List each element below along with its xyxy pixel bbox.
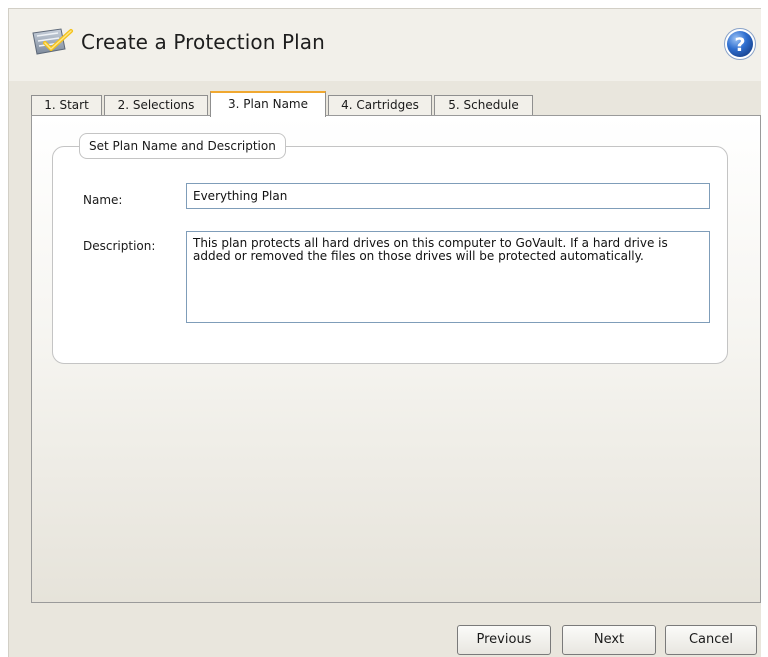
wizard-window: Create a Protection Plan ? 1. Start 2. S… <box>8 8 761 657</box>
tab-schedule[interactable]: 5. Schedule <box>434 95 533 115</box>
wizard-title: Create a Protection Plan <box>81 30 325 54</box>
plan-description-textarea[interactable]: This plan protects all hard drives on th… <box>186 231 710 323</box>
name-label: Name: <box>83 193 123 207</box>
plan-name-input[interactable] <box>186 183 710 209</box>
tab-cartridges[interactable]: 4. Cartridges <box>328 95 432 115</box>
tab-start[interactable]: 1. Start <box>31 95 102 115</box>
svg-text:?: ? <box>734 34 745 56</box>
description-label: Description: <box>83 239 156 253</box>
tab-plan-name[interactable]: 3. Plan Name <box>210 91 326 117</box>
wizard-header: Create a Protection Plan ? <box>9 9 761 81</box>
group-legend: Set Plan Name and Description <box>79 133 286 159</box>
previous-button[interactable]: Previous <box>457 625 551 655</box>
tab-selections[interactable]: 2. Selections <box>104 95 208 115</box>
next-button[interactable]: Next <box>562 625 656 655</box>
plan-name-group: Set Plan Name and Description Name: Desc… <box>52 133 728 364</box>
cancel-button[interactable]: Cancel <box>665 625 757 655</box>
plan-checklist-icon <box>31 27 75 57</box>
help-question-icon[interactable]: ? <box>723 27 757 61</box>
tab-panel-plan-name: Set Plan Name and Description Name: Desc… <box>31 115 761 603</box>
